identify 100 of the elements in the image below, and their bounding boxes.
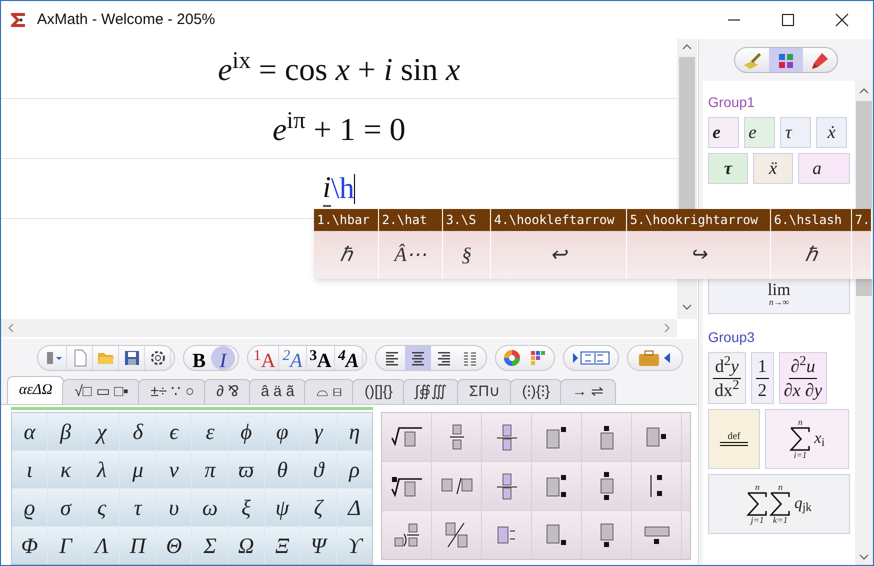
greek-letter-button[interactable]: ζ bbox=[300, 489, 336, 526]
subscript-icon bbox=[546, 524, 567, 546]
maximize-icon[interactable] bbox=[781, 13, 795, 27]
greek-letter-button[interactable]: ϖ bbox=[228, 451, 264, 488]
greek-letter-button[interactable]: ν bbox=[156, 451, 192, 488]
formula-button[interactable]: e⃗ bbox=[744, 117, 775, 148]
greek-letter-button[interactable]: Λ bbox=[84, 527, 120, 564]
greek-letter-button[interactable]: Θ bbox=[156, 527, 192, 564]
formula-button[interactable]: τ⃗ bbox=[780, 117, 811, 148]
superscript-icon bbox=[546, 426, 567, 448]
greek-letter-button[interactable]: κ bbox=[48, 451, 84, 488]
symbol-tab[interactable]: ±÷ ∵ ○ bbox=[138, 379, 206, 404]
greek-letter-button[interactable]: Ω bbox=[228, 527, 264, 564]
greek-letter-button[interactable]: σ bbox=[48, 489, 84, 526]
symbol-tab[interactable]: → ⇌ bbox=[560, 379, 616, 404]
italic-button[interactable]: I bbox=[211, 346, 235, 370]
nth-root-icon bbox=[390, 476, 422, 496]
greek-letter-button[interactable]: Π bbox=[120, 527, 156, 564]
greek-letter-button[interactable]: ι bbox=[12, 451, 48, 488]
formula-button[interactable]: e⃗ bbox=[708, 117, 739, 148]
greek-letter-button[interactable]: π bbox=[192, 451, 228, 488]
text-style-button[interactable]: $^{2}$A bbox=[279, 346, 307, 370]
template-button[interactable] bbox=[532, 462, 581, 510]
formula-button[interactable]: ẋ bbox=[816, 117, 847, 148]
scroll-right-icon[interactable] bbox=[663, 323, 671, 333]
greek-letter-button[interactable]: Γ bbox=[48, 527, 84, 564]
symbol-tab[interactable]: ∂ ⅋ bbox=[204, 379, 251, 404]
greek-letter-button[interactable]: ρ bbox=[336, 451, 372, 488]
greek-letter-button[interactable]: ψ bbox=[264, 489, 300, 526]
text-style-button[interactable]: $^{1}$A bbox=[251, 346, 279, 370]
group-title: Group3 bbox=[708, 328, 756, 347]
formula-button[interactable]: ẍ bbox=[753, 153, 793, 184]
scroll-down-icon[interactable] bbox=[682, 303, 692, 311]
scroll-up-icon[interactable] bbox=[682, 43, 692, 51]
math-line: e$^{ix}$ = cos x + i sin x bbox=[218, 46, 460, 88]
template-button[interactable] bbox=[582, 462, 631, 510]
template-button[interactable] bbox=[382, 413, 431, 461]
formula-button[interactable]: τ bbox=[708, 153, 748, 184]
formula-button[interactable]: d$^{2}$y dx$^{2}$ bbox=[708, 352, 746, 404]
formula-button[interactable]: 1 2 bbox=[750, 352, 774, 404]
symbol-tab[interactable]: ⌓ ⊟ bbox=[304, 379, 354, 404]
greek-letter-button[interactable]: Ψ bbox=[300, 527, 336, 564]
square-root-icon bbox=[390, 427, 422, 447]
formula-button[interactable]: n i=1 x$_{i}$ bbox=[765, 409, 849, 469]
command-label: 1.\hbar bbox=[314, 209, 378, 231]
greek-letter-button[interactable]: δ bbox=[120, 413, 156, 450]
greek-letter-button[interactable]: ϒ bbox=[336, 527, 372, 564]
greek-letter-button[interactable]: β bbox=[48, 413, 84, 450]
formula-button[interactable]: def bbox=[708, 409, 760, 469]
greek-letter-button[interactable]: ε bbox=[192, 413, 228, 450]
greek-letter-button[interactable]: Ξ bbox=[264, 527, 300, 564]
greek-letter-button[interactable]: γ bbox=[300, 413, 336, 450]
align-center-icon[interactable] bbox=[405, 346, 431, 370]
greek-letter-button[interactable]: ω bbox=[192, 489, 228, 526]
scroll-left-icon[interactable] bbox=[7, 323, 15, 333]
greek-letter-button[interactable]: ϱ bbox=[12, 489, 48, 526]
sub-superscript-icon bbox=[546, 474, 567, 498]
text-style-button[interactable]: $^{4}$A bbox=[335, 346, 363, 370]
template-button[interactable] bbox=[382, 462, 431, 510]
greek-letter-button[interactable]: Φ bbox=[12, 527, 48, 564]
scroll-up-icon[interactable] bbox=[859, 87, 869, 95]
grid-icon[interactable] bbox=[769, 48, 803, 72]
greek-letter-button[interactable]: Δ bbox=[336, 489, 372, 526]
formula-button[interactable]: a⃗ bbox=[798, 153, 850, 184]
symbol-tab[interactable]: â ä ã bbox=[248, 379, 306, 404]
text-style-button[interactable]: $^{3}$A bbox=[307, 346, 335, 370]
stacked-fraction-icon bbox=[496, 424, 518, 450]
symbol-tab[interactable]: αεΔΩ bbox=[7, 376, 64, 404]
template-button[interactable] bbox=[632, 462, 681, 510]
symbol-tab[interactable]: ()[]{} bbox=[352, 379, 405, 404]
greek-letter-button[interactable]: α bbox=[12, 413, 48, 450]
greek-letter-button[interactable]: χ bbox=[84, 413, 120, 450]
greek-letter-button[interactable]: ξ bbox=[228, 489, 264, 526]
greek-letter-button[interactable]: ς bbox=[84, 489, 120, 526]
symbol-tab[interactable]: ΣΠ∪ bbox=[456, 379, 512, 404]
scroll-down-icon[interactable] bbox=[859, 553, 869, 561]
group-title: Group1 bbox=[708, 92, 756, 112]
underscript-icon bbox=[600, 522, 614, 548]
formula-button[interactable]: n j=1 n k=1 q$_{jk}$ bbox=[708, 474, 850, 534]
greek-letter-button[interactable]: ϵ bbox=[156, 413, 192, 450]
bold-button[interactable]: B bbox=[187, 346, 211, 370]
greek-letter-button[interactable]: θ bbox=[264, 451, 300, 488]
greek-letter-button[interactable]: η bbox=[336, 413, 372, 450]
symbol-tab[interactable]: (⁝){⁝} bbox=[510, 379, 562, 404]
close-icon[interactable] bbox=[835, 13, 849, 27]
greek-letter-button[interactable]: Σ bbox=[192, 527, 228, 564]
command-label: 7. bbox=[852, 209, 871, 231]
symbol-tab[interactable]: ∫∯∭ bbox=[402, 379, 459, 404]
greek-letter-button[interactable]: μ bbox=[120, 451, 156, 488]
greek-letter-button[interactable]: τ bbox=[120, 489, 156, 526]
sigma-icon bbox=[746, 492, 768, 516]
greek-letter-button[interactable]: ϑ bbox=[300, 451, 336, 488]
greek-letter-button[interactable]: ϕ bbox=[228, 413, 264, 450]
horizontal-scrollbar[interactable] bbox=[1, 319, 677, 337]
command-text[interactable]: \h bbox=[331, 172, 354, 206]
greek-letter-button[interactable]: υ bbox=[156, 489, 192, 526]
greek-letter-button[interactable]: λ bbox=[84, 451, 120, 488]
formula-button[interactable]: ∂$^{2}$u ∂x ∂y bbox=[778, 352, 828, 404]
symbol-tab[interactable]: √□ ▭ □▪ bbox=[62, 379, 140, 404]
greek-letter-button[interactable]: φ bbox=[264, 413, 300, 450]
